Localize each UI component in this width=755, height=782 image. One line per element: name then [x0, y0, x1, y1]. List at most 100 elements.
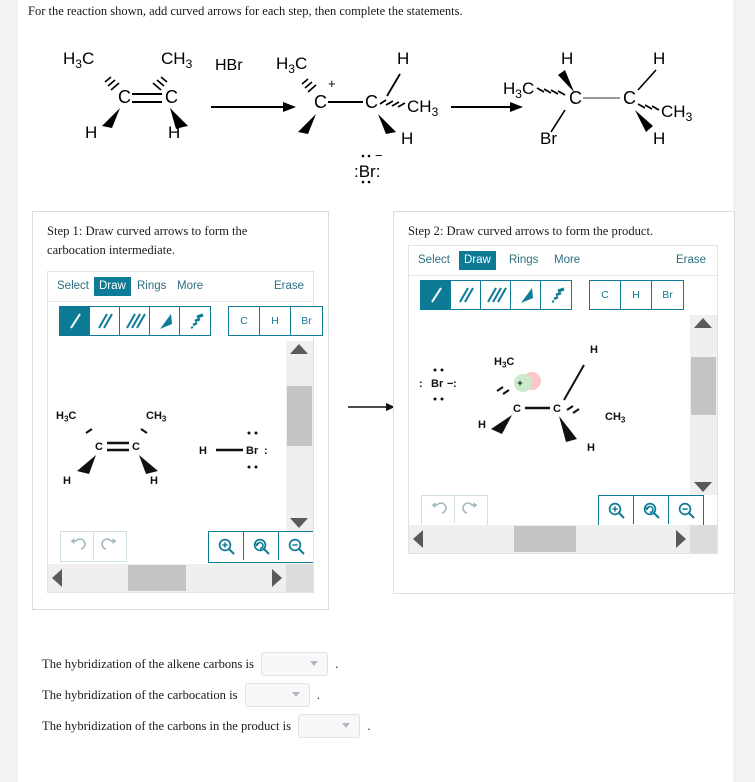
product-label-h-top-right: H	[653, 49, 665, 68]
step1-scroll-down-arrow[interactable]	[290, 518, 308, 528]
step2-canvas[interactable]: : Br − : H3C + C C H H H CH3	[409, 315, 689, 495]
step2-editor: Select Draw Rings More Erase C H Br: Br…	[408, 245, 718, 554]
reaction-scheme: H3C CH3 C C H H HBr H3C H C C + H CH3:B…	[18, 22, 733, 187]
step1-panel: Step 1: Draw curved arrows to form the c…	[32, 211, 329, 610]
cation-carbon-right: C	[365, 92, 378, 112]
statement-row: The hybridization of the alkene carbons …	[42, 652, 682, 683]
step1-mode-more[interactable]: More	[172, 277, 208, 296]
reaction-scheme-svg: H3C CH3 C C H H HBr H3C H C C + H CH3:B…	[63, 49, 693, 184]
step2-scroll-down-arrow[interactable]	[694, 482, 712, 492]
step1-label-h-left: H	[63, 475, 71, 487]
step2-atom-br[interactable]: Br	[652, 281, 683, 309]
step2-mode-draw[interactable]: Draw	[459, 251, 496, 270]
dash-bond-icon[interactable]	[180, 307, 210, 335]
step1-vertical-scrollbar[interactable]	[286, 341, 313, 531]
question-prompt: For the reaction shown, add curved arrow…	[28, 4, 463, 18]
statement-alkene-label: The hybridization of the alkene carbons …	[42, 656, 254, 671]
step1-scroll-left-arrow[interactable]	[52, 569, 62, 587]
step1-scroll-right-arrow[interactable]	[272, 569, 282, 587]
step1-carbon-right: C	[132, 441, 140, 453]
step2-vertical-scroll-thumb[interactable]	[691, 357, 716, 415]
step1-mode-select[interactable]: Select	[52, 277, 94, 296]
wedge-bond-icon[interactable]	[511, 281, 541, 309]
step1-mode-draw[interactable]: Draw	[94, 277, 131, 296]
page-content: For the reaction shown, add curved arrow…	[18, 0, 735, 782]
step2-atom-c[interactable]: C	[590, 281, 621, 309]
step1-atom-c[interactable]: C	[229, 307, 260, 335]
step1-atom-br[interactable]: Br	[291, 307, 322, 335]
step2-atom-h[interactable]: H	[621, 281, 652, 309]
step1-toolbar-modes: Select Draw Rings More Erase	[48, 272, 313, 302]
cation-label-h-top: H	[397, 49, 409, 68]
statement-carbocation-label: The hybridization of the carbocation is	[42, 687, 238, 702]
redo-icon[interactable]	[455, 496, 487, 523]
step1-horizontal-scrollbar[interactable]	[48, 564, 286, 592]
hybridization-product-select[interactable]	[298, 714, 361, 738]
single-bond-icon[interactable]	[60, 307, 90, 335]
step2-erase-button[interactable]: Erase	[671, 251, 711, 270]
step1-atom-group: C H Br	[228, 306, 323, 336]
undo-icon[interactable]	[61, 532, 94, 559]
dash-bond-icon[interactable]	[541, 281, 571, 309]
alkene-label-h-left: H	[85, 123, 97, 142]
cation-carbon-left: C	[314, 92, 327, 112]
step1-horizontal-scroll-thumb[interactable]	[128, 565, 186, 591]
alkene-label-methyl-left: H3C	[63, 49, 94, 71]
step1-carbon-left: C	[95, 441, 103, 453]
cation-plus-charge: +	[328, 76, 336, 91]
single-bond-icon[interactable]	[421, 281, 451, 309]
zoom-reset-icon[interactable]	[634, 496, 669, 524]
step1-toolbar-tools: C H Br	[48, 302, 323, 340]
product-label-br: Br	[540, 129, 557, 148]
step1-label-methyl-right: CH3	[146, 410, 167, 424]
step2-bromide-label: Br	[431, 378, 444, 390]
step2-canvas-molecule: : Br − : H3C + C C H H H CH3	[419, 344, 626, 454]
double-bond-icon[interactable]	[451, 281, 481, 309]
undo-icon[interactable]	[422, 496, 455, 523]
redo-icon[interactable]	[94, 532, 126, 559]
product-label-methyl-left: H3C	[503, 79, 534, 101]
step2-vertical-scrollbar[interactable]	[690, 315, 717, 495]
step2-scroll-left-arrow[interactable]	[413, 530, 423, 548]
step1-reagent-br: Br	[246, 445, 259, 457]
step2-horizontal-scrollbar[interactable]	[409, 525, 690, 553]
step2-horizontal-scroll-thumb[interactable]	[514, 526, 576, 552]
double-bond-icon[interactable]	[90, 307, 120, 335]
step1-scroll-up-arrow[interactable]	[290, 344, 308, 354]
chevron-down-icon	[342, 723, 351, 728]
step1-title: Step 1: Draw curved arrows to form the c…	[47, 224, 248, 257]
step2-mode-select[interactable]: Select	[413, 251, 455, 270]
zoom-out-icon[interactable]	[279, 532, 313, 560]
step1-reagent-br-lonepair-right: :	[264, 445, 268, 457]
step1-zoom-group	[208, 531, 313, 563]
step1-erase-button[interactable]: Erase	[269, 277, 309, 296]
triple-bond-icon[interactable]	[120, 307, 150, 335]
step2-bond-tool-group	[420, 280, 572, 310]
step2-scroll-corner	[690, 525, 717, 553]
step1-atom-h[interactable]: H	[260, 307, 291, 335]
alkene-label-methyl-right: CH3	[161, 49, 193, 71]
step1-mode-rings[interactable]: Rings	[132, 277, 171, 296]
zoom-in-icon[interactable]	[209, 532, 244, 560]
triple-bond-icon[interactable]	[481, 281, 511, 309]
chevron-down-icon	[310, 661, 319, 666]
chevron-down-icon	[291, 692, 300, 697]
step1-vertical-scroll-thumb[interactable]	[287, 386, 312, 446]
step1-canvas[interactable]: H3C CH3 C C H H H Br:	[48, 341, 285, 531]
statement-row: The hybridization of the carbons in the …	[42, 714, 682, 745]
step2-scroll-up-arrow[interactable]	[694, 318, 712, 328]
zoom-out-icon[interactable]	[669, 496, 703, 524]
hybridization-alkene-select[interactable]	[261, 652, 329, 676]
step2-mode-rings[interactable]: Rings	[504, 251, 543, 270]
statement-period: .	[316, 687, 320, 702]
zoom-reset-icon[interactable]	[244, 532, 279, 560]
statement-row: The hybridization of the carbocation is …	[42, 683, 682, 714]
panel-transition-arrow	[348, 400, 396, 414]
step2-carbon-right: C	[553, 403, 561, 415]
product-carbon-right: C	[623, 88, 636, 108]
wedge-bond-icon[interactable]	[150, 307, 180, 335]
zoom-in-icon[interactable]	[599, 496, 634, 524]
step2-scroll-right-arrow[interactable]	[676, 530, 686, 548]
hybridization-carbocation-select[interactable]	[244, 683, 310, 707]
step2-mode-more[interactable]: More	[549, 251, 585, 270]
